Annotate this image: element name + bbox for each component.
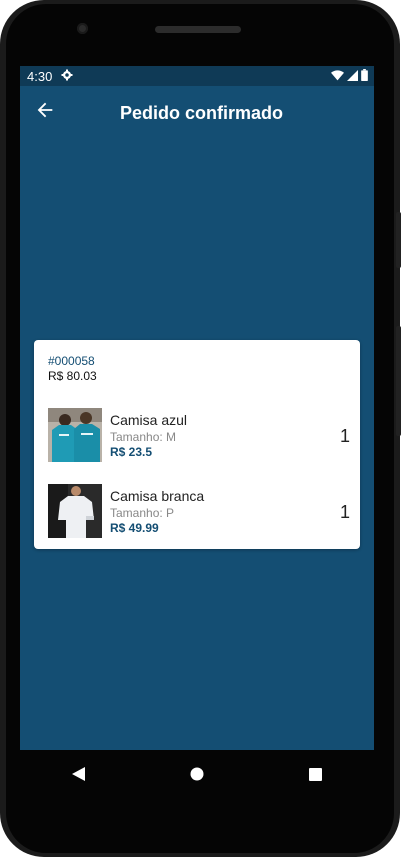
cell-signal-icon xyxy=(347,69,358,84)
system-nav-bar xyxy=(20,750,374,798)
power-button xyxy=(396,212,401,268)
volume-button xyxy=(396,326,401,436)
app-bar: Pedido confirmado xyxy=(20,86,374,138)
home-circle-icon[interactable] xyxy=(182,759,212,789)
item-size: Tamanho: M xyxy=(110,430,177,444)
item-quantity: 1 xyxy=(339,426,350,446)
back-triangle-icon[interactable] xyxy=(64,759,94,789)
blue-shirt-photo-icon xyxy=(48,408,102,462)
item-name: Camisa branca xyxy=(110,488,205,504)
status-bar: 4:30 xyxy=(20,66,374,86)
arrow-back-icon[interactable] xyxy=(34,99,56,121)
item-name: Camisa azul xyxy=(110,412,188,428)
item-quantity: 1 xyxy=(339,502,350,522)
page-title: Pedido confirmado xyxy=(120,103,284,123)
app-screen: 4:30 Pedido confirmado #000058 R$ 80.03 xyxy=(20,66,374,750)
white-shirt-photo-icon xyxy=(48,484,102,538)
item-price: R$ 23.5 xyxy=(110,445,153,459)
item-price: R$ 49.99 xyxy=(110,521,159,535)
wifi-icon xyxy=(331,69,344,84)
order-item[interactable]: Camisa branca Tamanho: P R$ 49.99 1 xyxy=(48,484,360,540)
front-camera xyxy=(77,23,88,34)
status-time: 4:30 xyxy=(27,69,53,84)
order-card: #000058 R$ 80.03 Camisa azul Tamanho: M … xyxy=(34,340,360,549)
gear-icon xyxy=(61,69,73,84)
order-total: R$ 80.03 xyxy=(48,369,97,383)
battery-icon xyxy=(361,69,368,84)
phone-frame: 4:30 Pedido confirmado #000058 R$ 80.03 xyxy=(0,0,401,857)
earpiece-speaker xyxy=(155,26,241,33)
recents-square-icon[interactable] xyxy=(300,759,330,789)
order-id: #000058 xyxy=(48,354,95,368)
order-item[interactable]: Camisa azul Tamanho: M R$ 23.5 1 xyxy=(48,408,360,464)
item-size: Tamanho: P xyxy=(110,506,175,520)
